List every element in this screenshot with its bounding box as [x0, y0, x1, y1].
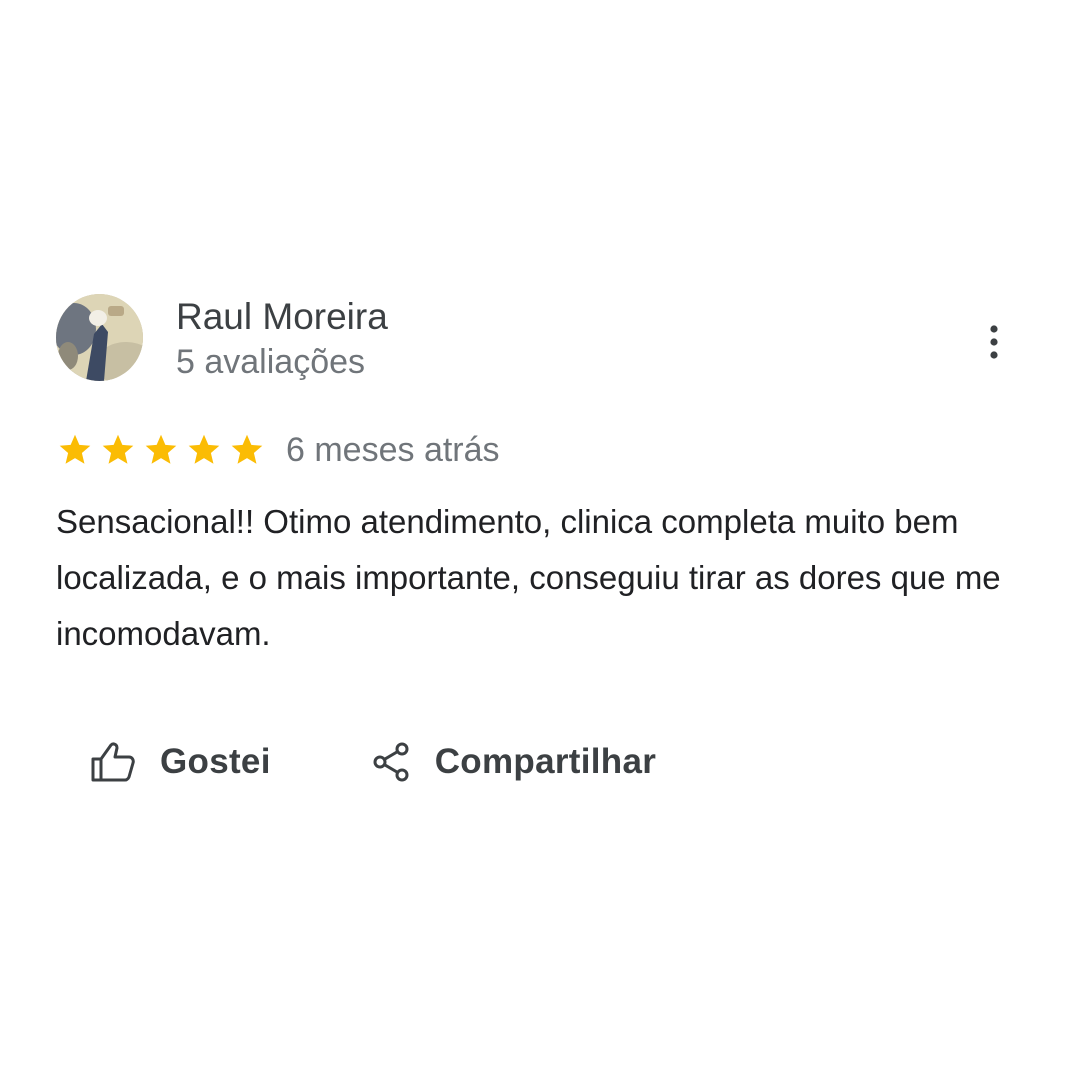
review-card: Raul Moreira 5 avaliações 6 meses atrás … — [56, 292, 1026, 790]
star-icon — [228, 432, 266, 468]
star-icon — [185, 432, 223, 468]
star-icon — [56, 432, 94, 468]
rating-row: 6 meses atrás — [56, 430, 1026, 470]
reviewer-avatar[interactable] — [56, 294, 143, 381]
share-button[interactable]: Compartilhar — [371, 741, 656, 783]
reviewer-name[interactable]: Raul Moreira — [176, 294, 388, 340]
like-button[interactable]: Gostei — [90, 741, 271, 783]
more-vert-icon — [990, 325, 998, 359]
star-rating — [56, 432, 266, 468]
reviewer-header: Raul Moreira 5 avaliações — [56, 292, 1026, 384]
star-icon — [99, 432, 137, 468]
reviewer-info: Raul Moreira 5 avaliações — [176, 294, 388, 384]
reviewer-review-count[interactable]: 5 avaliações — [176, 340, 388, 384]
more-options-button[interactable] — [982, 322, 1006, 362]
review-text: Sensacional!! Otimo atendimento, clinica… — [56, 503, 1001, 652]
like-label: Gostei — [160, 742, 271, 781]
star-icon — [142, 432, 180, 468]
thumbs-up-icon — [90, 741, 136, 783]
share-label: Compartilhar — [434, 742, 657, 781]
user-photo-avatar-icon — [56, 294, 143, 381]
review-actions: Gostei Compartilhar — [56, 734, 1026, 790]
review-date: 6 meses atrás — [286, 431, 500, 469]
share-icon — [371, 741, 411, 783]
